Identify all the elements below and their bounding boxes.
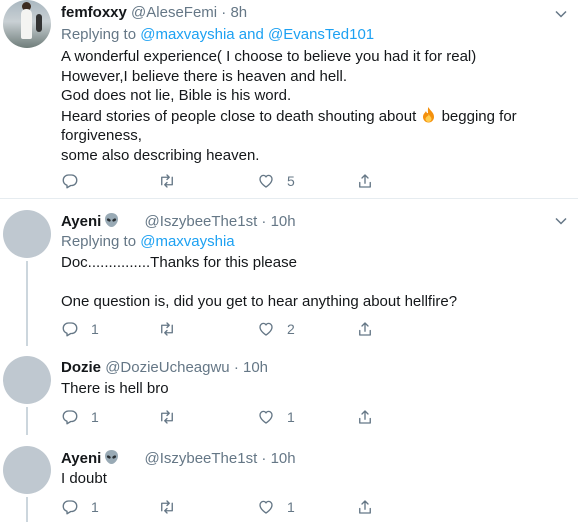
- share-icon: [359, 410, 371, 424]
- text-line: Doc...............Thanks for this please: [61, 254, 297, 271]
- user-handle[interactable]: @IszybeeThe1st: [144, 450, 257, 467]
- share-button[interactable]: [356, 497, 374, 517]
- mention-link[interactable]: @maxvayshia and @EvansTed101: [140, 26, 374, 43]
- user-handle[interactable]: @IszybeeThe1st: [144, 213, 257, 230]
- heart-icon: [259, 500, 273, 514]
- text-line: some also describing heaven.: [61, 146, 260, 164]
- avatar[interactable]: [3, 0, 51, 48]
- text-line: Heard stories of people close to death s…: [61, 106, 517, 125]
- mention-link[interactable]: @maxvayshia: [140, 233, 234, 250]
- tweet-dozie[interactable]: Dozie @DozieUcheagwu · 10h There is hell…: [0, 345, 578, 435]
- tweet-header: Dozie @DozieUcheagwu · 10h: [61, 359, 268, 376]
- like-button[interactable]: 1: [257, 497, 295, 517]
- tweet-text: Doc...............Thanks for this please…: [61, 253, 457, 311]
- text-line: A wonderful experience( I choose to beli…: [61, 48, 477, 65]
- share-icon: [359, 174, 371, 188]
- action-bar: 1 1: [61, 497, 391, 517]
- retweet-icon: [161, 174, 173, 188]
- heart-icon: [259, 322, 273, 336]
- retweet-icon: [161, 500, 173, 514]
- avatar[interactable]: [3, 356, 51, 404]
- share-button[interactable]: [356, 319, 374, 339]
- tweet-text: There is hell bro: [61, 379, 169, 399]
- user-handle[interactable]: @DozieUcheagwu: [105, 359, 229, 376]
- user-handle[interactable]: @AleseFemi: [131, 4, 217, 21]
- replying-to: Replying to @maxvayshia: [61, 233, 235, 250]
- like-button[interactable]: 1: [257, 407, 295, 427]
- heart-icon: [259, 174, 273, 188]
- tweet-femfoxxy[interactable]: femfoxxy @AleseFemi · 8h Replying to @ma…: [0, 0, 578, 198]
- reply-icon: [62, 174, 78, 189]
- retweet-button[interactable]: [158, 497, 188, 517]
- share-button[interactable]: [356, 171, 374, 191]
- tweet-text: I doubt: [61, 469, 107, 489]
- alien-emoji-icon: [105, 450, 119, 464]
- avatar[interactable]: [3, 446, 51, 494]
- retweet-icon: [161, 410, 173, 424]
- like-button[interactable]: 5: [257, 171, 295, 191]
- timestamp[interactable]: · 10h: [234, 359, 268, 376]
- reply-button[interactable]: 1: [61, 497, 99, 517]
- retweet-button[interactable]: [158, 171, 188, 191]
- tweet-header: Ayeni @IszybeeThe1st · 10h: [61, 449, 296, 467]
- retweet-icon: [161, 322, 173, 336]
- timestamp[interactable]: · 10h: [261, 450, 295, 467]
- action-bar: 1 2: [61, 319, 391, 339]
- action-bar: 1 1: [61, 407, 391, 427]
- fire-emoji-icon: [423, 106, 435, 122]
- reply-button[interactable]: 1: [61, 407, 99, 427]
- text-line: forgiveness,: [61, 127, 142, 144]
- avatar[interactable]: [3, 210, 51, 258]
- thread-line: [26, 407, 28, 435]
- text-line: God does not lie, Bible is his word.: [61, 87, 292, 104]
- tweet-text: A wonderful experience( I choose to beli…: [61, 47, 517, 165]
- chevron-down-icon[interactable]: [554, 7, 568, 21]
- share-icon: [359, 500, 371, 514]
- tweet-header: Ayeni @IszybeeThe1st · 10h: [61, 212, 296, 230]
- reply-button[interactable]: 1: [61, 319, 99, 339]
- like-button[interactable]: 2: [257, 319, 295, 339]
- retweet-button[interactable]: [158, 319, 188, 339]
- display-name[interactable]: Ayeni: [61, 213, 101, 230]
- display-name[interactable]: Ayeni: [61, 450, 101, 467]
- chevron-down-icon[interactable]: [554, 214, 568, 228]
- display-name[interactable]: femfoxxy: [61, 4, 127, 21]
- retweet-button[interactable]: [158, 407, 188, 427]
- tweet-ayeni-2[interactable]: Ayeni @IszybeeThe1st · 10h I doubt 1 1: [0, 435, 578, 522]
- heart-icon: [259, 410, 273, 424]
- text-line: One question is, did you get to hear any…: [61, 292, 458, 310]
- thread-line: [26, 497, 28, 522]
- timestamp[interactable]: · 8h: [221, 4, 247, 21]
- reply-icon: [62, 410, 78, 425]
- display-name[interactable]: Dozie: [61, 359, 101, 376]
- share-icon: [359, 322, 371, 336]
- text-line: I doubt: [61, 470, 107, 487]
- tweet-header: femfoxxy @AleseFemi · 8h: [61, 4, 247, 21]
- thread-line: [26, 261, 28, 346]
- tweet-ayeni-1[interactable]: Ayeni @IszybeeThe1st · 10h Replying to @…: [0, 199, 578, 346]
- text-line: There is hell bro: [61, 380, 169, 397]
- replying-to: Replying to @maxvayshia and @EvansTed101: [61, 26, 375, 43]
- reply-button[interactable]: [61, 171, 91, 191]
- timestamp[interactable]: · 10h: [261, 213, 295, 230]
- reply-icon: [62, 322, 78, 337]
- action-bar: 5: [61, 171, 391, 191]
- text-line: However,I believe there is heaven and he…: [61, 67, 348, 85]
- share-button[interactable]: [356, 407, 374, 427]
- alien-emoji-icon: [105, 213, 119, 227]
- reply-icon: [62, 500, 78, 515]
